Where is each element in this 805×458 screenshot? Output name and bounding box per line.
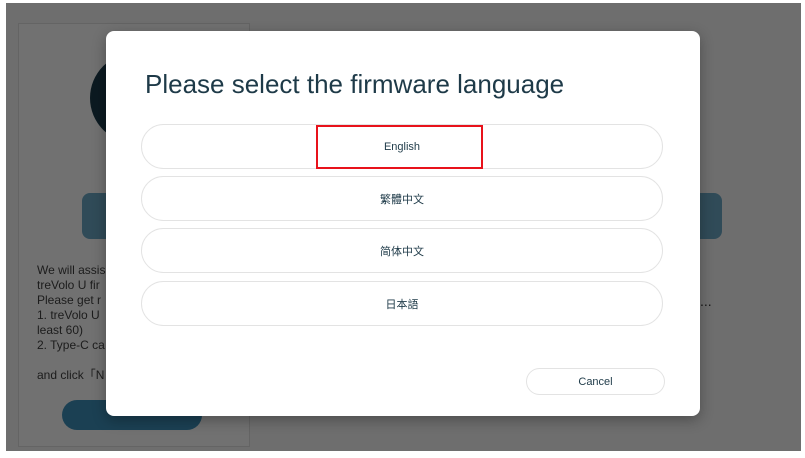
language-dialog: Please select the firmware language Engl… [106,31,700,416]
cancel-button[interactable]: Cancel [526,368,665,395]
highlight-box [316,125,483,169]
option-label: 繁體中文 [380,193,424,206]
dialog-title: Please select the firmware language [145,69,565,99]
option-traditional-chinese[interactable]: 繁體中文 [141,176,663,221]
intro-text: We will assis treVolo U fir Please get r… [37,263,106,382]
option-simplified-chinese[interactable]: 简体中文 [141,228,663,273]
option-label: 日本語 [385,298,419,311]
option-japanese[interactable]: 日本語 [141,281,663,326]
option-label: 简体中文 [380,245,424,258]
